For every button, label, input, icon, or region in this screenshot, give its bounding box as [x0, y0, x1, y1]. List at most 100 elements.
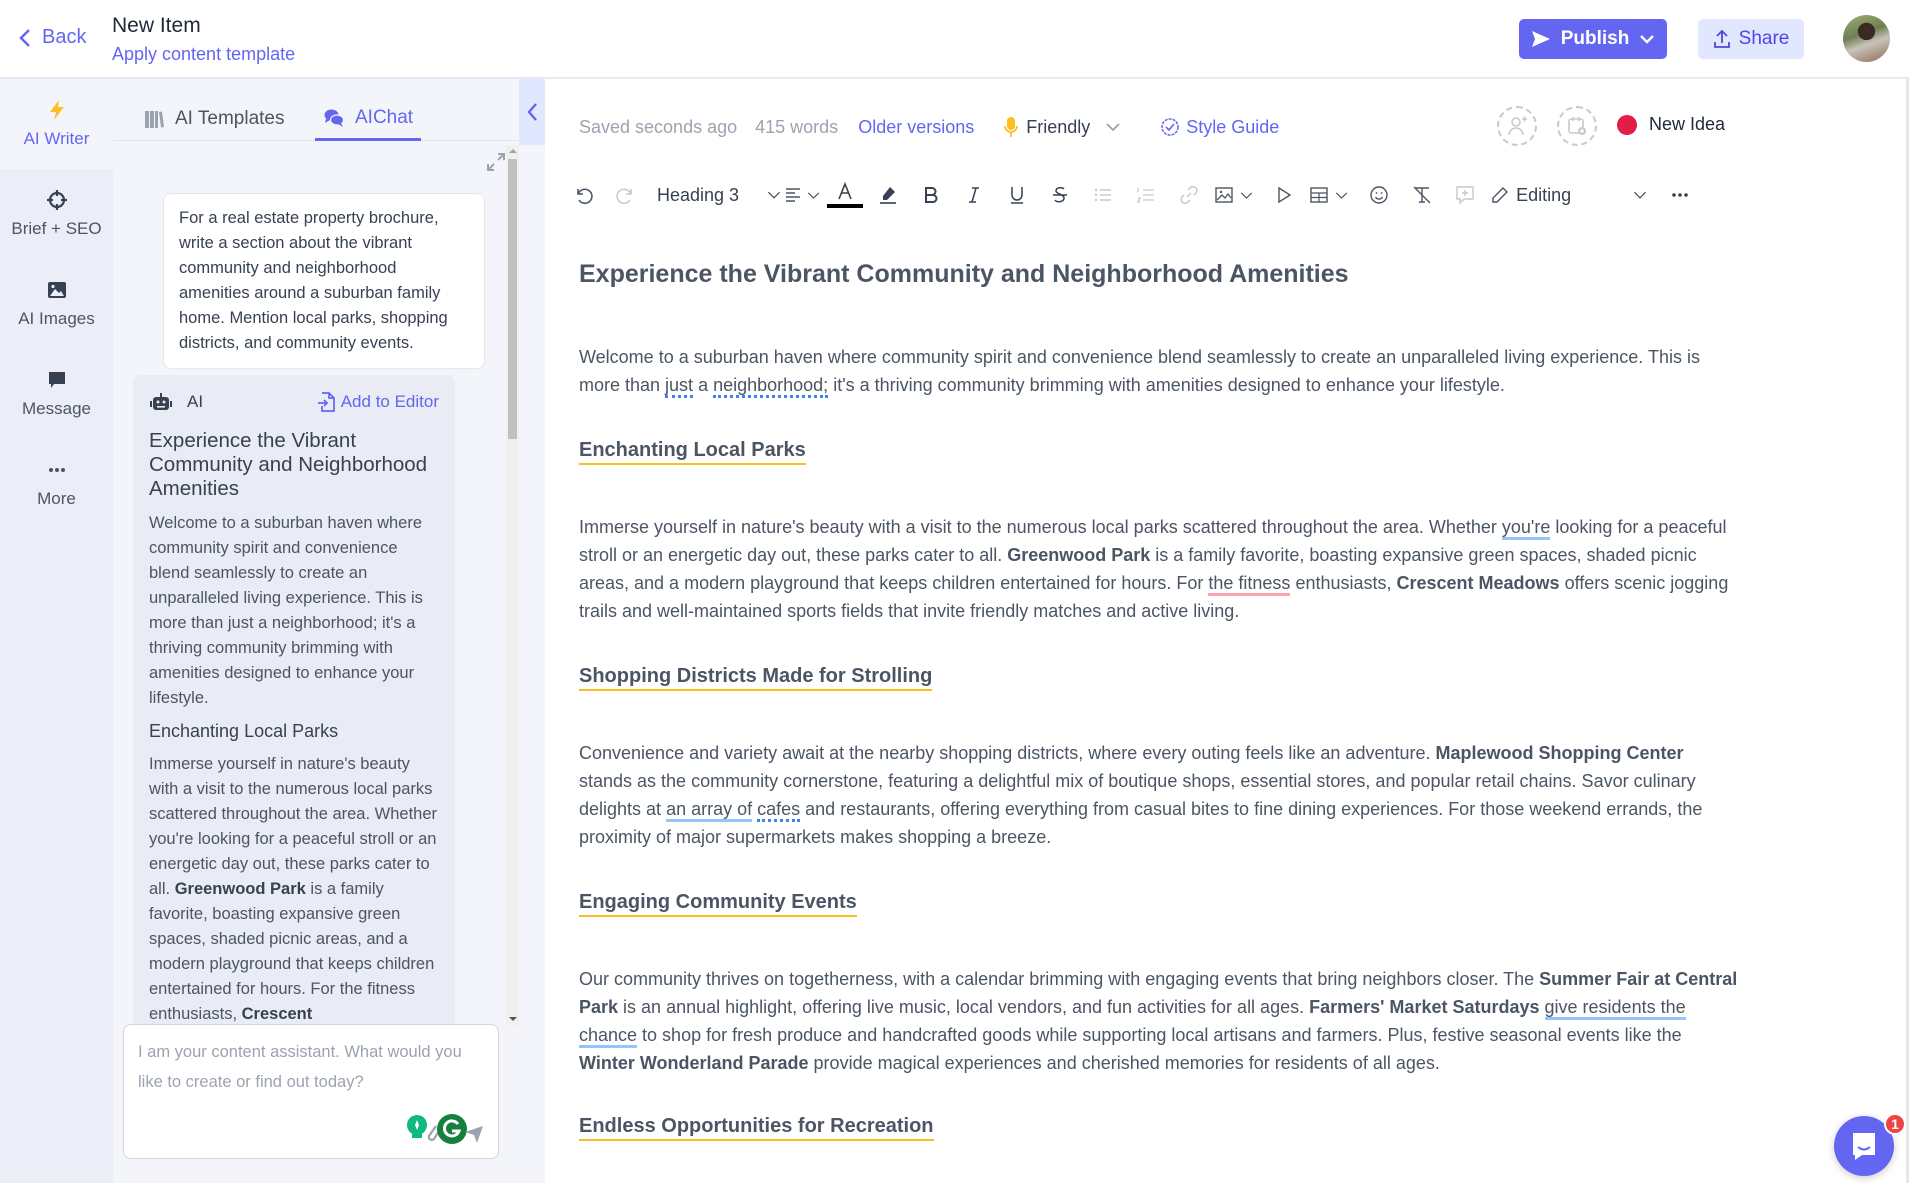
highlight-button[interactable]	[870, 177, 906, 213]
add-to-editor-button[interactable]: Add to Editor	[317, 392, 439, 412]
panel-tabs: AI Templates AIChat	[113, 79, 519, 141]
italic-button[interactable]	[956, 177, 992, 213]
rail-item-message[interactable]: Message	[0, 349, 113, 439]
align-dropdown[interactable]	[783, 177, 820, 213]
section-heading-parks[interactable]: Enchanting Local Parks	[579, 437, 806, 465]
suggestion-underline: an array of	[666, 799, 753, 822]
block-style-dropdown[interactable]: Heading 3	[651, 177, 781, 213]
events-paragraph[interactable]: Our community thrives on togetherness, w…	[579, 965, 1739, 1077]
share-label: Share	[1738, 28, 1790, 49]
style-guide-label: Style Guide	[1186, 116, 1280, 137]
document-title[interactable]: Experience the Vibrant Community and Nei…	[579, 257, 1739, 291]
shopping-paragraph[interactable]: Convenience and variety await at the nea…	[579, 739, 1739, 851]
crosshair-icon	[46, 190, 67, 210]
chevron-down-icon	[1335, 191, 1348, 199]
publish-button[interactable]: Publish	[1519, 19, 1667, 59]
chevron-left-icon	[19, 28, 30, 47]
chevron-down-icon	[807, 191, 820, 199]
publish-label: Publish	[1560, 28, 1630, 49]
ai-response-section-title: Enchanting Local Parks	[149, 721, 339, 741]
rail-item-brief-seo[interactable]: Brief + SEO	[0, 169, 113, 259]
link-button[interactable]	[1171, 177, 1207, 213]
chevron-down-icon	[1640, 35, 1655, 44]
image-dropdown[interactable]	[1214, 177, 1253, 213]
tab-aichat[interactable]: AIChat	[315, 97, 422, 141]
parks-paragraph[interactable]: Immerse yourself in nature's beauty with…	[579, 513, 1739, 625]
rail-item-ai-writer[interactable]: AI Writer	[0, 79, 113, 169]
bullet-list-icon	[1094, 188, 1112, 202]
user-avatar[interactable]	[1843, 15, 1890, 62]
bold-button[interactable]	[913, 177, 949, 213]
chevron-down-icon	[1106, 122, 1120, 131]
section-heading-shopping[interactable]: Shopping Districts Made for Strolling	[579, 663, 933, 691]
intro-paragraph[interactable]: Welcome to a suburban haven where commun…	[579, 343, 1739, 399]
undo-button[interactable]	[565, 177, 601, 213]
suggestion-underline: just	[665, 375, 694, 398]
bullet-list-button[interactable]	[1085, 177, 1121, 213]
tab-label: AIChat	[355, 106, 414, 128]
strikethrough-button[interactable]	[1042, 177, 1078, 213]
chevron-down-icon	[768, 191, 781, 199]
more-horizontal-icon	[1672, 193, 1688, 197]
align-left-icon	[786, 188, 801, 202]
bold-icon	[925, 187, 938, 203]
chat-input-placeholder: I am your content assistant. What would …	[138, 1043, 462, 1091]
scroll-down-arrow[interactable]	[509, 1017, 517, 1021]
link-icon	[1180, 185, 1198, 205]
older-versions-link[interactable]: Older versions	[858, 117, 974, 138]
collapse-panel-button[interactable]	[519, 79, 545, 145]
clear-formatting-button[interactable]	[1404, 177, 1440, 213]
microphone-icon	[1004, 117, 1019, 137]
redo-button[interactable]	[608, 177, 644, 213]
add-comment-button[interactable]	[1447, 177, 1483, 213]
strikethrough-icon	[1053, 186, 1068, 203]
schedule-button[interactable]	[1557, 106, 1597, 146]
rail-item-ai-images[interactable]: AI Images	[0, 259, 113, 349]
section-heading-recreation[interactable]: Endless Opportunities for Recreation	[579, 1113, 934, 1141]
style-guide-link[interactable]: Style Guide	[1160, 117, 1279, 138]
table-dropdown[interactable]	[1309, 177, 1348, 213]
rail-item-label: AI Images	[18, 309, 95, 328]
back-button[interactable]: Back	[18, 26, 86, 49]
underline-button[interactable]	[999, 177, 1035, 213]
rail-item-more[interactable]: More	[0, 439, 113, 529]
suggestion-underline: neighborhood;	[713, 375, 829, 398]
share-button[interactable]: Share	[1698, 19, 1804, 59]
chat-icon	[324, 109, 345, 127]
tone-dropdown[interactable]: Friendly	[1004, 116, 1120, 138]
italic-icon	[969, 187, 980, 203]
text-color-button[interactable]	[827, 177, 864, 213]
ai-response-intro: Welcome to a suburban haven where commun…	[149, 514, 423, 707]
input-tools	[404, 1112, 484, 1146]
top-bar: Back New Item Apply content template Pub…	[0, 0, 1909, 79]
comment-plus-icon	[1456, 186, 1474, 205]
image-icon	[1215, 187, 1233, 203]
expand-icon[interactable]	[485, 151, 507, 173]
apply-template-link[interactable]: Apply content template	[112, 44, 295, 65]
status-selector[interactable]: New Idea	[1617, 114, 1725, 135]
pencil-icon	[1492, 187, 1509, 203]
media-button[interactable]	[1266, 177, 1302, 213]
page-title[interactable]: New Item	[112, 14, 295, 38]
send-icon[interactable]	[464, 1124, 484, 1144]
upload-icon	[1713, 29, 1730, 48]
books-icon	[145, 111, 164, 128]
emoji-button[interactable]	[1361, 177, 1397, 213]
tab-ai-templates[interactable]: AI Templates	[135, 97, 292, 141]
document-body[interactable]: Experience the Vibrant Community and Nei…	[579, 257, 1739, 1141]
suggestion-underline: you're	[1501, 517, 1551, 540]
message-icon	[48, 372, 65, 388]
scroll-up-arrow[interactable]	[509, 149, 517, 153]
editor-meta-bar: Saved seconds ago 415 words Older versio…	[579, 116, 1279, 138]
chat-input[interactable]: I am your content assistant. What would …	[123, 1024, 499, 1159]
mode-dropdown[interactable]: Editing	[1490, 177, 1647, 213]
section-heading-events[interactable]: Engaging Community Events	[579, 889, 857, 917]
table-icon	[1310, 187, 1328, 203]
numbered-list-button[interactable]	[1128, 177, 1164, 213]
scrollbar-thumb[interactable]	[508, 159, 517, 439]
assign-user-button[interactable]	[1497, 106, 1537, 146]
ai-response-card: AI Add to Editor Experience the Vibrant …	[133, 375, 455, 1095]
more-options-button[interactable]	[1662, 177, 1698, 213]
chat-bubble-icon	[1853, 1133, 1875, 1160]
chat-scrollbar[interactable]	[506, 145, 519, 1025]
